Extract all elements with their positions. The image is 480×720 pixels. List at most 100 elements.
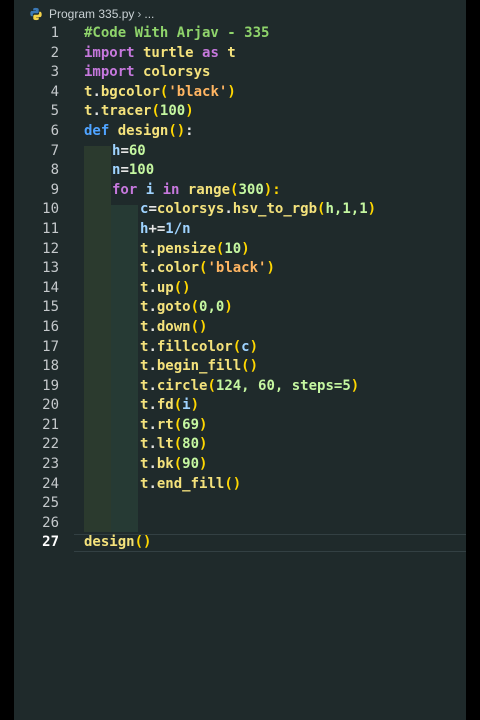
line-number: 6	[50, 122, 59, 139]
operator: .	[148, 377, 157, 394]
breadcrumb-rest[interactable]: ...	[144, 7, 154, 21]
line-number: 24	[42, 475, 59, 492]
code-line[interactable]: 15 t.goto(0,0)	[14, 298, 466, 318]
paren: )	[227, 83, 236, 100]
code-line[interactable]: 1 #Code With Arjav - 335	[14, 24, 466, 44]
keyword: for	[112, 181, 138, 198]
line-number: 7	[50, 142, 59, 159]
comment: #Code With Arjav - 335	[84, 25, 270, 41]
code-line[interactable]: 6 def design():	[14, 122, 466, 142]
arguments: 0,0	[199, 299, 225, 316]
operator: .	[92, 83, 101, 100]
method: down	[156, 318, 191, 335]
line-number: 19	[42, 377, 59, 394]
paren: )	[249, 338, 259, 355]
code-editor[interactable]: Program 335.py › ... 1 #Code With Arjav -…	[14, 0, 466, 720]
code-line[interactable]: 3 import colorsys	[14, 63, 466, 83]
operator: .	[148, 240, 157, 257]
code-line[interactable]: 11 h+=1/n	[14, 220, 466, 240]
keyword: as	[202, 44, 219, 61]
operator: .	[148, 260, 157, 277]
number: 300	[238, 181, 264, 198]
operator: .	[224, 201, 233, 218]
code-line[interactable]: 13 t.color('black')	[14, 259, 466, 279]
code-line[interactable]: 8 n=100	[14, 161, 466, 181]
paren: ()	[134, 534, 152, 551]
paren: (	[173, 416, 183, 433]
function-name: range	[179, 181, 231, 198]
line-number: 13	[42, 260, 59, 277]
method: begin_fill	[156, 358, 242, 375]
operator: .	[148, 338, 157, 355]
string: 'black'	[168, 83, 228, 100]
paren: ()	[173, 279, 191, 296]
line-number: 25	[42, 495, 59, 512]
keyword: in	[162, 181, 180, 198]
line-number: 17	[42, 338, 59, 355]
line-number: 3	[50, 64, 59, 81]
code-line[interactable]: 21 t.rt(69)	[14, 416, 466, 436]
code-line[interactable]: 4 t.bgcolor('black')	[14, 83, 466, 103]
paren: ()	[241, 358, 259, 375]
line-number: 26	[42, 514, 59, 531]
operator: .	[148, 475, 157, 492]
code-line[interactable]: 20 t.fd(i)	[14, 396, 466, 416]
code-line[interactable]: 19 t.circle(124, 60, steps=5)	[14, 377, 466, 397]
code-line[interactable]: 26	[14, 514, 466, 534]
method: up	[156, 279, 174, 296]
method: lt	[156, 436, 174, 453]
number: 100	[159, 103, 186, 120]
code-line[interactable]: 14 t.up()	[14, 279, 466, 299]
operator: .	[92, 103, 101, 120]
code-area[interactable]: 1 #Code With Arjav - 335 2 import turtle a…	[14, 24, 466, 553]
method: hsv_to_rgb	[232, 201, 318, 218]
operator: =	[120, 142, 129, 159]
code-line[interactable]: 10 c=colorsys.hsv_to_rgb(h,1,1)	[14, 200, 466, 220]
paren: ()	[224, 475, 242, 492]
paren: (	[207, 377, 216, 394]
code-line[interactable]: 25	[14, 494, 466, 514]
method: tracer	[100, 103, 152, 120]
line-number: 12	[42, 240, 59, 257]
code-line[interactable]: 18 t.begin_fill()	[14, 357, 466, 377]
code-line[interactable]: 7 h=60	[14, 142, 466, 162]
code-line[interactable]: 16 t.down()	[14, 318, 466, 338]
breadcrumb-text[interactable]: Program 335.py › ...	[49, 7, 154, 21]
expression: 1/n	[165, 220, 191, 237]
code-line[interactable]: 24 t.end_fill()	[14, 475, 466, 495]
operator: .	[148, 279, 157, 296]
method: color	[156, 260, 200, 277]
number: 69	[182, 416, 200, 433]
operator: .	[148, 436, 157, 453]
line-number: 1	[50, 25, 59, 41]
code-line[interactable]: 27 design()	[14, 533, 466, 553]
paren: )	[199, 456, 208, 473]
paren: (	[173, 397, 183, 414]
breadcrumb-filename[interactable]: Program 335.py	[49, 7, 134, 21]
code-line[interactable]: 23 t.bk(90)	[14, 455, 466, 475]
code-line[interactable]: 17 t.fillcolor(c)	[14, 338, 466, 358]
code-line[interactable]: 2 import turtle as t	[14, 44, 466, 64]
paren: (	[173, 436, 183, 453]
code-line[interactable]: 5 t.tracer(100)	[14, 102, 466, 122]
code-line[interactable]: 22 t.lt(80)	[14, 435, 466, 455]
line-number: 23	[42, 456, 59, 473]
operator: .	[148, 358, 157, 375]
paren: )	[350, 377, 360, 394]
variable: i	[137, 181, 163, 198]
line-number: 18	[42, 358, 59, 375]
paren: )	[224, 299, 233, 316]
line-number: 11	[42, 220, 59, 237]
line-number: 8	[50, 162, 59, 179]
line-number: 2	[50, 44, 59, 61]
line-number: 4	[50, 83, 59, 100]
operator: :	[185, 122, 194, 139]
code-line[interactable]: 9 for i in range(300):	[14, 181, 466, 201]
code-line[interactable]: 12 t.pensize(10)	[14, 240, 466, 260]
method: goto	[156, 299, 191, 316]
paren: )	[241, 240, 250, 257]
python-file-icon	[30, 7, 42, 21]
method: rt	[156, 416, 174, 433]
operator: .	[148, 299, 157, 316]
method: bgcolor	[100, 83, 160, 100]
